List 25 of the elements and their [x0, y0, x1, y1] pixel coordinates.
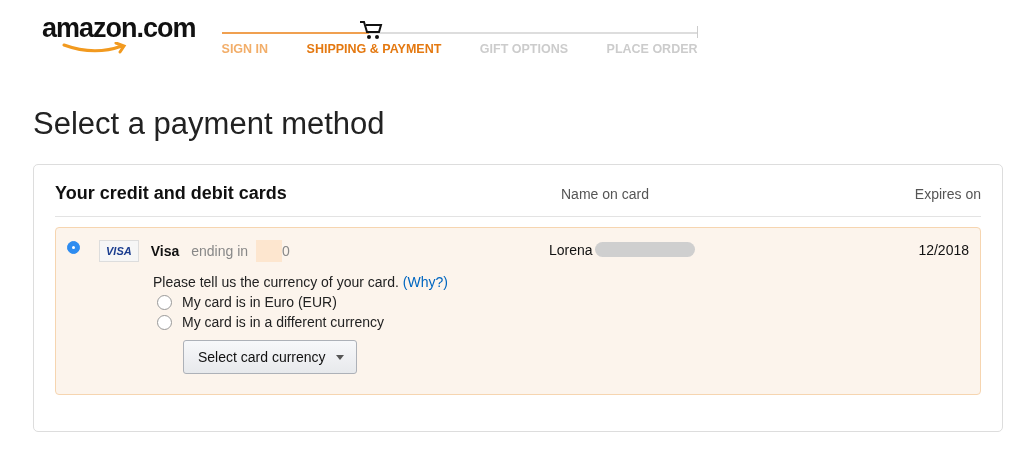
cart-icon: [359, 20, 384, 40]
panel-title: Your credit and debit cards: [55, 183, 288, 204]
card-last-digit: 0: [282, 243, 290, 259]
currency-option-label: My card is in a different currency: [182, 314, 385, 330]
currency-radio[interactable]: [157, 294, 172, 310]
card-ending-label: ending in: [191, 243, 249, 259]
caret-icon: [335, 354, 344, 360]
currency-dropdown[interactable]: Select card currency: [183, 340, 357, 374]
cardholder-name: Lorena: [549, 242, 593, 258]
column-header: Name on card: [561, 185, 650, 202]
card-radio[interactable]: [67, 241, 80, 254]
currency-radio[interactable]: [157, 314, 172, 330]
checkout-step: SIGN IN: [221, 42, 269, 56]
amazon-logo: amazon.com: [42, 14, 196, 42]
currency-option-label: My card is in Euro (EUR): [182, 294, 337, 310]
why-link[interactable]: (Why?): [402, 274, 448, 290]
card-expiry: 12/2018: [917, 241, 969, 258]
currency-prompt: Please tell us the currency of your card. (Why?): [153, 274, 449, 290]
card-row[interactable]: VISA Visa ending in 0 Please tell us the currency of your card. (Why?) My card is in Euro (EUR) My card is in a different currency Select card currency Lorena 12/2018: [55, 227, 981, 395]
redaction-block: [256, 240, 283, 262]
page-title: Select a payment method: [33, 106, 386, 142]
checkout-step: SHIPPING & PAYMENT: [306, 42, 442, 56]
visa-badge: VISA: [99, 240, 139, 262]
card-brand: Visa: [150, 243, 180, 259]
column-header: Expires on: [913, 185, 981, 202]
